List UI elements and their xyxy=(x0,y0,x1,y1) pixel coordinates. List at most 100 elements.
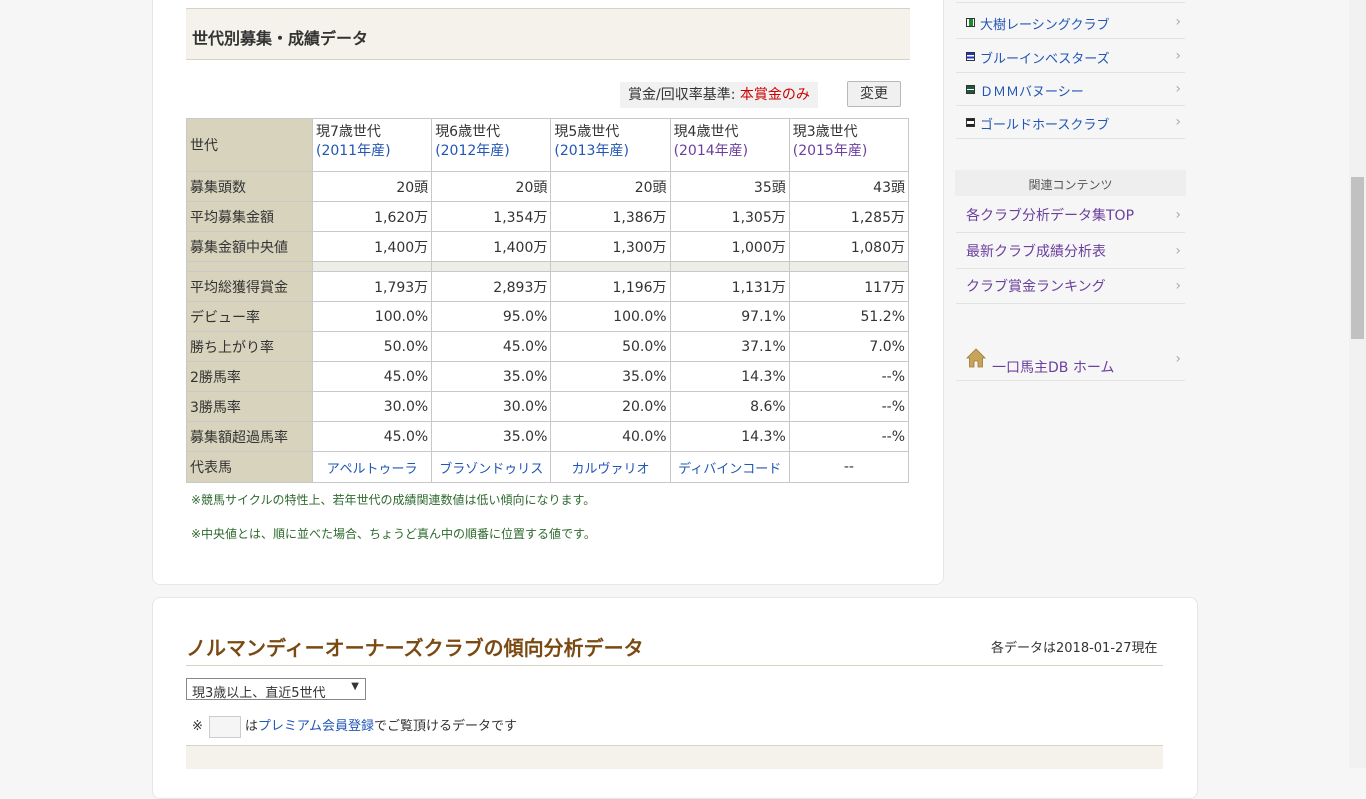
premium-register-link[interactable]: プレミアム会員登録 xyxy=(258,719,374,734)
club-label: ブルーインベスターズ xyxy=(980,52,1110,67)
table-row: 募集額超過馬率 45.0% 35.0% 40.0% 14.3% --% xyxy=(186,421,910,452)
spacer-cell xyxy=(186,261,313,272)
table-cell: 20.0% xyxy=(550,391,671,422)
row-label: 2勝馬率 xyxy=(186,361,313,392)
table-cell: 1,400万 xyxy=(431,231,552,262)
table-row: 平均募集金額 1,620万 1,354万 1,386万 1,305万 1,285万 xyxy=(186,201,910,232)
table-cell: 35.0% xyxy=(431,421,552,452)
change-basis-button[interactable]: 変更 xyxy=(847,81,901,107)
generation-header: 現5歳世代 (2013年産) xyxy=(550,118,671,172)
chevron-right-icon: › xyxy=(1175,351,1181,367)
table-cell: 1,080万 xyxy=(788,231,910,262)
related-content-link[interactable]: 最新クラブ成績分析表 › xyxy=(956,233,1185,269)
table-cell: 95.0% xyxy=(431,301,552,332)
club-label: ゴールドホースクラブ xyxy=(980,118,1110,133)
divider xyxy=(186,665,1163,666)
table-cell: --% xyxy=(788,361,910,392)
table-cell: 100.0% xyxy=(550,301,671,332)
generation-table: 世代 現7歳世代 (2011年産) 現6歳世代 (2012年産) 現5歳世代 (2013年産… xyxy=(186,118,910,483)
premium-note: ※ はプレミアム会員登録でご覧頂けるデータです xyxy=(192,715,517,738)
horse-link[interactable]: ディバインコード xyxy=(678,462,781,477)
chevron-right-icon: › xyxy=(1175,81,1181,97)
table-cell: 20頭 xyxy=(431,171,552,202)
table-cell: 1,300万 xyxy=(550,231,671,262)
horse-link[interactable]: アペルトゥーラ xyxy=(327,462,418,477)
table-cell: 35.0% xyxy=(431,361,552,392)
as-of-date: 各データは2018-01-27現在 xyxy=(991,641,1158,656)
generation-year: (2011年産) xyxy=(316,143,391,159)
table-cell: 50.0% xyxy=(311,331,433,362)
table-row: 勝ち上がり率 50.0% 45.0% 50.0% 37.1% 7.0% xyxy=(186,331,910,362)
sidebar-club-item[interactable]: 大樹レーシングクラブ › xyxy=(956,6,1185,39)
premium-prefix: ※ xyxy=(192,719,203,734)
trend-section-header xyxy=(186,745,1163,769)
table-cell: 97.1% xyxy=(669,301,790,332)
representative-horse-row: 代表馬 アペルトゥーラ ブラゾンドゥリス カルヴァリオ ディバインコード -- xyxy=(186,451,910,483)
table-cell: 35.0% xyxy=(550,361,671,392)
table-cell: -- xyxy=(788,451,910,483)
club-flag-icon xyxy=(966,52,975,61)
table-cell: 14.3% xyxy=(669,361,790,392)
note-median: ※中央値とは、順に並べた場合、ちょうど真ん中の順番に位置する値です。 xyxy=(191,527,596,541)
generation-year: (2014年産) xyxy=(673,143,749,159)
related-content-label: 最新クラブ成績分析表 xyxy=(966,244,1106,260)
table-row: 募集頭数 20頭 20頭 20頭 35頭 43頭 xyxy=(186,171,910,202)
table-cell: 1,196万 xyxy=(550,271,671,302)
chevron-right-icon: › xyxy=(1175,14,1181,30)
table-header-row: 世代 現7歳世代 (2011年産) 現6歳世代 (2012年産) 現5歳世代 (2013年産… xyxy=(186,118,910,172)
sidebar-home-link[interactable]: 一口馬主DB ホーム › xyxy=(956,343,1185,381)
table-cell: 1,386万 xyxy=(550,201,671,232)
club-flag-icon xyxy=(966,18,975,27)
chevron-right-icon: › xyxy=(1175,114,1181,130)
club-flag-icon xyxy=(966,118,975,127)
table-cell: 40.0% xyxy=(550,421,671,452)
generation-range-select[interactable]: 現3歳以上、直近5世代 ▼ xyxy=(186,678,366,701)
note-young-generation: ※競馬サイクルの特性上、若年世代の成績関連数値は低い傾向になります。 xyxy=(191,493,596,507)
sidebar-club-item[interactable]: ブルーインベスターズ › xyxy=(956,40,1185,73)
row-label: 募集額超過馬率 xyxy=(186,421,313,452)
related-content-link[interactable]: クラブ賞金ランキング › xyxy=(956,268,1185,304)
table-cell: 117万 xyxy=(788,271,910,302)
table-cell: 1,620万 xyxy=(311,201,433,232)
table-cell: 45.0% xyxy=(311,361,433,392)
table-cell: 8.6% xyxy=(669,391,790,422)
table-spacer-row xyxy=(186,261,910,272)
prize-basis-indicator: 賞金/回収率基準: 本賞金のみ xyxy=(620,82,818,108)
spacer-cell xyxy=(431,261,552,272)
row-label: 勝ち上がり率 xyxy=(186,331,313,362)
generation-year: (2015年産) xyxy=(792,143,868,159)
generation-name: 現4歳世代 xyxy=(673,124,739,140)
select-value: 現3歳以上、直近5世代 xyxy=(192,686,326,701)
basis-label: 賞金/回収率基準: xyxy=(628,87,736,103)
row-label: 3勝馬率 xyxy=(186,391,313,422)
trend-title: ノルマンディーオーナーズクラブの傾向分析データ xyxy=(186,636,644,660)
table-row: 平均総獲得賞金 1,793万 2,893万 1,196万 1,131万 117万 xyxy=(186,271,910,302)
horse-cell: ディバインコード xyxy=(669,451,790,483)
table-cell: 1,354万 xyxy=(431,201,552,232)
sidebar-club-item[interactable]: ＤＭＭバヌーシー › xyxy=(956,73,1185,106)
scrollbar-thumb[interactable] xyxy=(1351,177,1364,339)
generation-name: 現7歳世代 xyxy=(316,124,381,140)
table-cell: 30.0% xyxy=(311,391,433,422)
table-cell: 100.0% xyxy=(311,301,433,332)
club-label: 大樹レーシングクラブ xyxy=(980,18,1110,33)
row-label: 募集金額中央値 xyxy=(186,231,313,262)
table-cell: 20頭 xyxy=(311,171,433,202)
horse-link[interactable]: ブラゾンドゥリス xyxy=(439,462,543,477)
sidebar-club-item[interactable]: ゴールドホースクラブ › xyxy=(956,106,1185,139)
vertical-scrollbar[interactable] xyxy=(1349,0,1366,768)
generation-year: (2012年産) xyxy=(435,143,510,159)
table-cell: 30.0% xyxy=(431,391,552,422)
row-label: 世代 xyxy=(186,118,313,172)
table-cell: 37.1% xyxy=(669,331,790,362)
horse-cell: ブラゾンドゥリス xyxy=(431,451,552,483)
chevron-right-icon: › xyxy=(1175,48,1181,64)
row-label: デビュー率 xyxy=(186,301,313,332)
horse-link[interactable]: カルヴァリオ xyxy=(571,462,649,477)
table-cell: 1,793万 xyxy=(311,271,433,302)
section-header: 世代別募集・成績データ xyxy=(186,8,910,60)
home-link-label: 一口馬主DB ホーム xyxy=(992,360,1115,376)
table-cell: --% xyxy=(788,421,910,452)
table-cell: 1,285万 xyxy=(788,201,910,232)
related-content-link[interactable]: 各クラブ分析データ集TOP › xyxy=(956,197,1185,233)
